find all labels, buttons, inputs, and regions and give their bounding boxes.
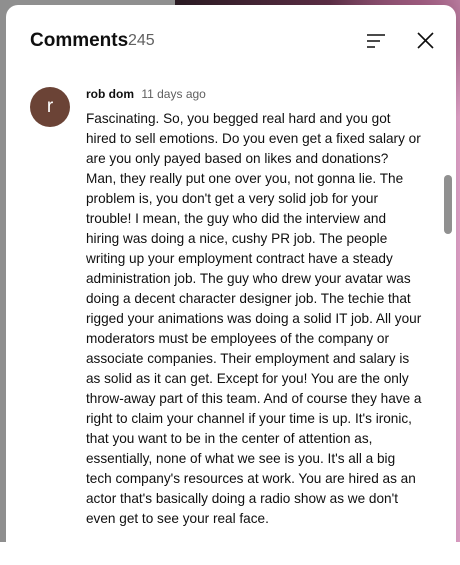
avatar[interactable]: r — [30, 87, 70, 127]
close-button[interactable] — [412, 27, 440, 55]
comment-list[interactable]: r rob dom 11 days ago Fascinating. So, y… — [6, 77, 456, 547]
comment-author[interactable]: rob dom — [86, 87, 134, 101]
comments-title: Comments — [30, 30, 129, 51]
comment-text: Fascinating. So, you begged real hard an… — [86, 111, 422, 526]
comments-panel: Comments 245 r rob dom 11 days ago Fasci… — [6, 5, 456, 565]
comments-count: 245 — [128, 32, 155, 49]
comment-meta: rob dom 11 days ago — [86, 87, 206, 101]
sort-button[interactable] — [363, 27, 391, 55]
scrollbar-thumb[interactable] — [444, 175, 452, 234]
close-icon — [417, 32, 434, 49]
comment-time[interactable]: 11 days ago — [141, 87, 206, 101]
comments-header: Comments 245 — [6, 5, 456, 77]
sort-icon — [367, 34, 385, 48]
